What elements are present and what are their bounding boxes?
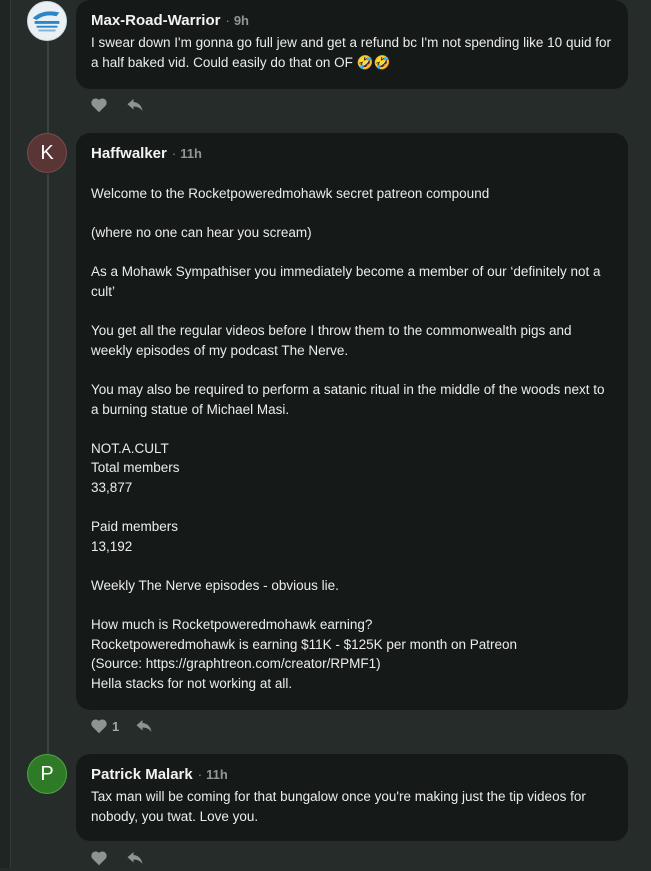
comment-author[interactable]: Patrick Malark (91, 766, 193, 783)
comment-paragraph: You may also be required to perform a sa… (91, 381, 605, 417)
user-avatar[interactable]: P (27, 754, 67, 794)
comment-author[interactable]: Haffwalker (91, 145, 167, 162)
comment-card: Patrick Malark · 11h Tax man will be com… (76, 754, 628, 841)
comment-paragraph: Tax man will be coming for that bungalow… (91, 789, 586, 824)
heart-icon[interactable] (90, 97, 108, 113)
comment-body: I swear down I'm gonna go full jew and g… (91, 33, 612, 72)
separator-dot: · (171, 146, 177, 161)
comment-paragraph: Paid members 13,192 (91, 519, 179, 554)
comment-time[interactable]: 11h (206, 767, 228, 782)
comment-paragraph: I swear down I'm gonna go full jew and g… (91, 35, 611, 70)
comment-body: Welcome to the Rocketpoweredmohawk secre… (91, 184, 612, 693)
comment-paragraph: (where no one can hear you scream) (91, 225, 312, 241)
comment-paragraph: NOT.A.CULT Total members 33,877 (91, 440, 180, 495)
comment-body: Tax man will be coming for that bungalow… (91, 787, 612, 826)
reply-icon[interactable] (126, 97, 144, 113)
thread-line (47, 40, 49, 134)
heart-icon[interactable] (90, 718, 108, 734)
comment-card: Max-Road-Warrior · 9h I swear down I'm g… (76, 0, 628, 89)
separator-dot: · (197, 767, 203, 782)
user-avatar[interactable] (27, 1, 67, 41)
avatar-logo-icon (28, 2, 66, 40)
reply-icon[interactable] (126, 850, 144, 866)
like-count: 1 (112, 718, 120, 734)
comment-paragraph: How much is Rocketpoweredmohawk earning?… (91, 617, 518, 691)
reply-icon[interactable] (135, 718, 153, 734)
comment-paragraph: Weekly The Nerve episodes - obvious lie. (91, 577, 339, 593)
separator-dot: · (225, 13, 230, 28)
left-rail (0, 0, 11, 868)
avatar-letter: K (40, 141, 54, 164)
comment-time[interactable]: 9h (234, 13, 249, 28)
avatar-letter: P (40, 762, 54, 785)
user-avatar[interactable]: K (27, 133, 67, 173)
comment-actions (90, 97, 144, 113)
comment-actions: 1 (90, 718, 153, 734)
comment-author[interactable]: Max-Road-Warrior (91, 12, 220, 29)
heart-icon[interactable] (90, 850, 108, 866)
comment-actions (90, 850, 144, 866)
comment-time[interactable]: 11h (180, 146, 202, 161)
thread-line (47, 174, 49, 754)
comment-paragraph: Welcome to the Rocketpoweredmohawk secre… (91, 186, 490, 201)
comment-paragraph: You get all the regular videos before I … (91, 323, 572, 358)
comment-card: Haffwalker · 11h Welcome to the Rocketpo… (76, 133, 628, 710)
comment-paragraph: As a Mohawk Sympathiser you immediately … (91, 264, 601, 299)
